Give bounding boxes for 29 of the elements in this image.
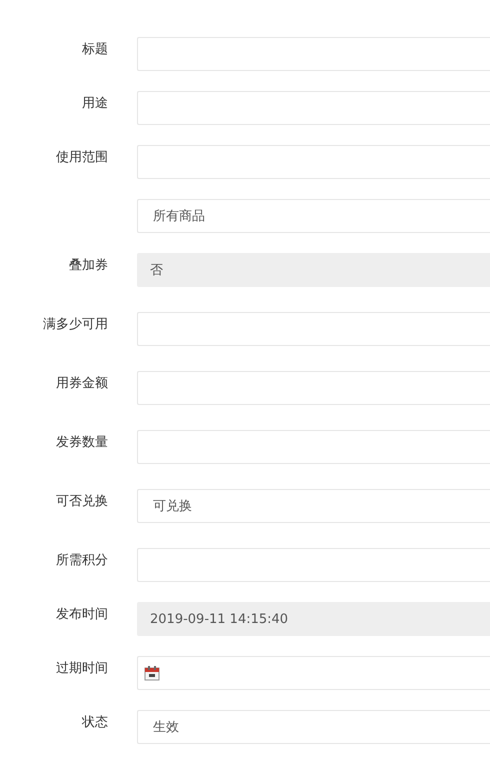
input-field[interactable] [137,312,490,346]
field-label: 可否兑换 [56,494,108,509]
input-field[interactable]: 生效 [137,710,490,744]
field-label: 叠加券 [69,258,108,273]
input-field[interactable] [137,145,490,179]
input-field[interactable]: 可兑换 [137,489,490,523]
field-label: 标题 [82,42,108,57]
input-field[interactable] [137,37,490,71]
field-label: 满多少可用 [43,317,108,332]
field-value: 2019-09-11 14:15:40 [150,612,288,626]
field-label: 状态 [82,715,108,730]
field-label: 所需积分 [56,553,108,568]
field-value: 生效 [153,719,179,736]
input-field[interactable] [137,430,490,464]
input-field[interactable]: 所有商品 [137,199,490,233]
field-label: 使用范围 [56,150,108,165]
field-label: 发布时间 [56,607,108,622]
field-label: 发券数量 [56,435,108,450]
field-label: 用券金额 [56,376,108,391]
field-value: 所有商品 [153,208,205,225]
input-field[interactable] [137,91,490,125]
input-field[interactable] [137,548,490,582]
field-label: 过期时间 [56,661,108,676]
input-field[interactable] [137,371,490,405]
field-value: 否 [150,262,163,279]
field-value: 可兑换 [153,498,192,515]
calendar-icon [144,665,160,681]
date-field[interactable] [137,656,490,690]
field-label: 用途 [82,96,108,111]
